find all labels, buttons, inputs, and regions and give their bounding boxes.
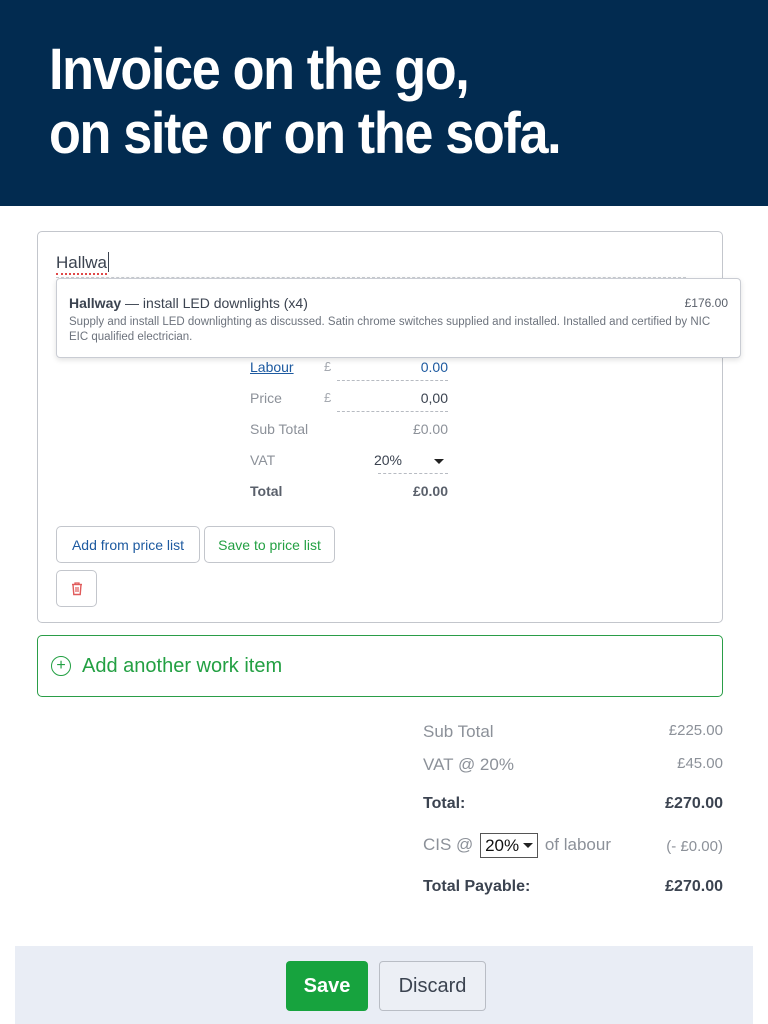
text-caret <box>108 252 110 272</box>
labour-row: Labour £ 0.00 <box>250 356 450 387</box>
vat-row: VAT @ 20% £45.00 <box>423 755 723 775</box>
suggestion-price: £176.00 <box>684 296 728 310</box>
cis-rate-select[interactable]: 20% <box>480 833 539 858</box>
subtotal-value: £225.00 <box>668 722 723 739</box>
total-payable-row: Total Payable: £270.00 <box>423 878 723 896</box>
item-total-value: £0.00 <box>412 483 448 499</box>
suggestion-title-rest: — install LED downlights (x4) <box>121 295 308 311</box>
cis-value: (- £0.00) <box>666 838 723 855</box>
hero-line-2: on site or on the sofa. <box>49 101 562 166</box>
suggestion-description: Supply and install LED downlighting as d… <box>69 316 711 343</box>
total-value: £270.00 <box>665 795 723 812</box>
suggestion-title: Hallway — install LED downlights (x4) <box>69 295 308 311</box>
trash-icon <box>71 582 82 596</box>
hero-headline: Invoice on the go, on site or on the sof… <box>49 37 562 166</box>
cis-row: CIS @ 20% of labour (- £0.00) <box>423 833 723 858</box>
item-subtotal-label: Sub Total <box>250 421 309 437</box>
total-payable-label: Total Payable: <box>423 878 531 895</box>
hero-line-1: Invoice on the go, <box>49 37 470 102</box>
cis-prefix: CIS @ <box>423 834 474 854</box>
price-label: Price <box>250 390 282 406</box>
hero-banner: Invoice on the go, on site or on the sof… <box>0 0 768 206</box>
chevron-down-icon[interactable] <box>434 459 444 464</box>
item-vat-row: VAT 20% <box>250 449 450 480</box>
vat-underline <box>378 473 448 474</box>
subtotal-label: Sub Total <box>423 722 494 741</box>
autocomplete-suggestion[interactable]: Hallway — install LED downlights (x4) £1… <box>56 278 741 358</box>
cis-rate-value: 20% <box>485 836 520 855</box>
total-row: Total: £270.00 <box>423 795 723 813</box>
price-row: Price £ 0,00 <box>250 387 450 418</box>
add-another-label: Add another work item <box>82 654 283 677</box>
item-subtotal-value: £0.00 <box>412 421 448 437</box>
plus-circle-icon: + <box>51 656 71 676</box>
delete-item-button[interactable] <box>56 570 97 607</box>
labour-label[interactable]: Labour <box>250 359 294 375</box>
item-fields: Labour £ 0.00 Price £ 0,00 Sub Total £0.… <box>250 356 450 511</box>
labour-input[interactable]: 0.00 <box>421 359 448 375</box>
price-underline <box>337 411 448 412</box>
action-footer: Save Discard <box>15 946 753 1024</box>
add-another-work-item-button[interactable]: + Add another work item <box>37 635 723 697</box>
item-total-label: Total <box>250 483 283 499</box>
item-vat-select[interactable]: 20% <box>374 452 402 468</box>
cis-suffix: of labour <box>544 834 611 854</box>
price-currency: £ <box>324 390 332 405</box>
description-input[interactable]: Hallwa <box>56 252 686 278</box>
suggestion-title-bold: Hallway <box>69 295 122 311</box>
save-button[interactable]: Save <box>286 961 368 1011</box>
labour-underline <box>337 380 448 381</box>
price-input[interactable]: 0,00 <box>421 390 448 406</box>
discard-button[interactable]: Discard <box>379 961 486 1011</box>
item-subtotal-row: Sub Total £0.00 <box>250 418 450 449</box>
vat-value: £45.00 <box>677 755 723 772</box>
item-vat-label: VAT <box>250 452 276 468</box>
total-payable-value: £270.00 <box>665 878 723 895</box>
description-value: Hallwa <box>56 253 108 275</box>
subtotal-row: Sub Total £225.00 <box>423 722 723 742</box>
total-label: Total: <box>423 795 466 812</box>
vat-label: VAT @ 20% <box>423 755 514 774</box>
item-total-row: Total £0.00 <box>250 480 450 511</box>
labour-currency: £ <box>324 359 332 374</box>
chevron-down-icon <box>523 843 534 848</box>
save-to-price-list-button[interactable]: Save to price list <box>204 526 335 563</box>
add-from-price-list-button[interactable]: Add from price list <box>56 526 200 563</box>
